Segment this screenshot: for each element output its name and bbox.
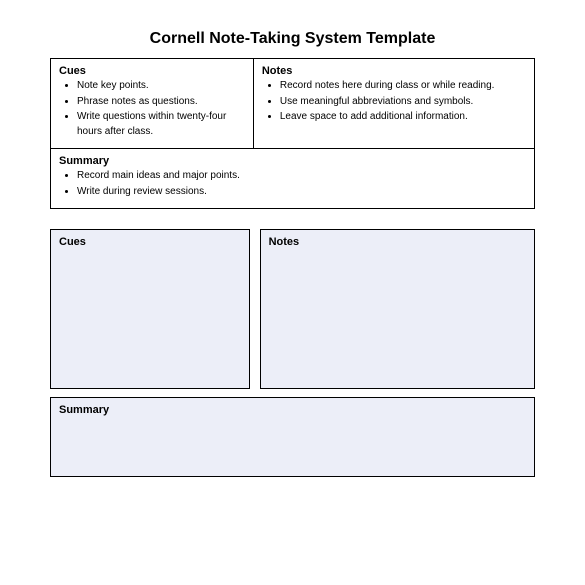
example-notes-cell: Notes Record notes here during class or … [254,59,534,148]
example-top-row: Cues Note key points. Phrase notes as qu… [51,59,534,149]
template-notes-area[interactable]: Notes [260,229,535,389]
template-summary-area[interactable]: Summary [50,397,535,477]
example-notes-heading: Notes [262,65,526,77]
list-item: Record notes here during class or while … [280,79,526,94]
example-summary-cell: Summary Record main ideas and major poin… [51,149,534,208]
example-cues-heading: Cues [59,65,245,77]
list-item: Use meaningful abbreviations and symbols… [280,95,526,110]
template-block: Cues Notes Summary [50,229,535,477]
example-summary-heading: Summary [59,155,526,167]
template-notes-heading: Notes [269,236,526,248]
template-cues-heading: Cues [59,236,241,248]
list-item: Write during review sessions. [77,185,526,200]
list-item: Leave space to add additional informatio… [280,110,526,125]
list-item: Phrase notes as questions. [77,95,245,110]
example-summary-list: Record main ideas and major points. Writ… [59,169,526,199]
page-title: Cornell Note-Taking System Template [50,30,535,48]
example-notes-list: Record notes here during class or while … [262,79,526,125]
list-item: Record main ideas and major points. [77,169,526,184]
list-item: Note key points. [77,79,245,94]
template-summary-heading: Summary [59,404,526,416]
page: Cornell Note-Taking System Template Cues… [0,0,585,497]
example-cues-list: Note key points. Phrase notes as questio… [59,79,245,139]
template-cues-area[interactable]: Cues [50,229,250,389]
example-cues-cell: Cues Note key points. Phrase notes as qu… [51,59,254,148]
example-box: Cues Note key points. Phrase notes as qu… [50,58,535,209]
template-top-row: Cues Notes [50,229,535,389]
list-item: Write questions within twenty-four hours… [77,110,245,139]
